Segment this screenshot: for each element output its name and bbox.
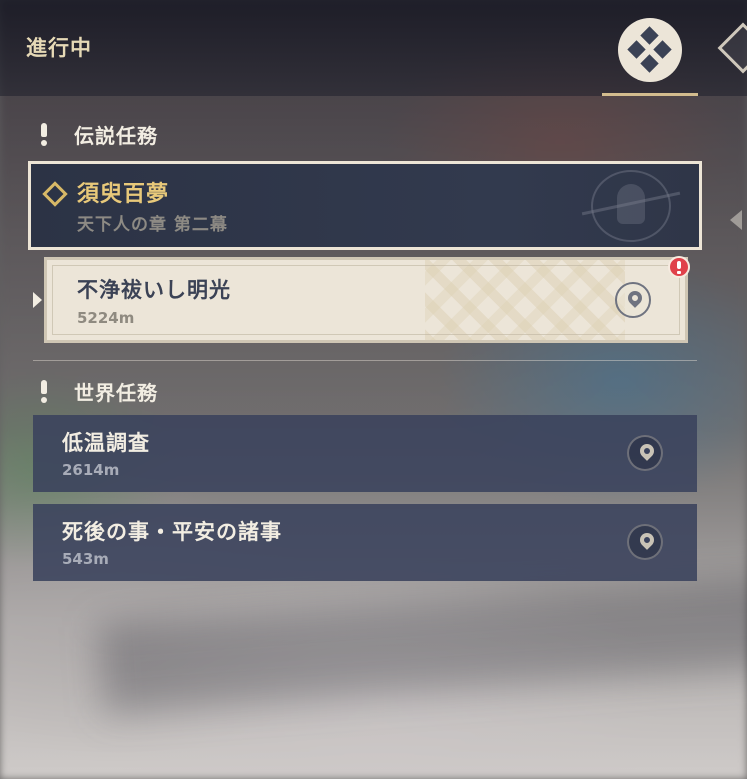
quest-distance: 543m xyxy=(62,550,109,568)
location-pin-icon[interactable] xyxy=(627,524,663,560)
world-quest-item[interactable]: 死後の事・平安の諸事 543m xyxy=(33,504,697,581)
side-panel-arrow-icon xyxy=(730,210,742,230)
objective-distance: 5224m xyxy=(77,309,135,327)
section-title: 伝説任務 xyxy=(74,123,158,148)
quest-objective-card[interactable]: 不浄祓いし明光 5224m xyxy=(44,257,688,343)
legend-quest-card[interactable]: 須臾百夢 天下人の章 第二幕 xyxy=(28,161,702,250)
tab-quest-category[interactable] xyxy=(602,14,698,96)
quest-title: 須臾百夢 xyxy=(77,182,170,207)
page-title: 進行中 xyxy=(26,36,92,60)
quest-type-icon xyxy=(717,22,747,74)
quest-distance: 2614m xyxy=(62,461,120,479)
location-pin-icon[interactable] xyxy=(615,282,651,318)
section-divider xyxy=(33,360,697,361)
quest-marker-icon xyxy=(42,181,68,207)
quest-header-bar: 進行中 xyxy=(0,0,747,96)
objective-title: 不浄祓いし明光 xyxy=(77,278,231,302)
section-header-world: 世界任務 xyxy=(36,376,158,406)
section-title: 世界任務 xyxy=(74,380,158,405)
quest-category-icon xyxy=(618,18,682,82)
selection-arrow-icon xyxy=(33,292,42,308)
exclamation-icon xyxy=(36,379,52,403)
quest-title: 死後の事・平安の諸事 xyxy=(62,520,282,544)
location-pin-icon[interactable] xyxy=(627,435,663,471)
quest-chapter: 天下人の章 第二幕 xyxy=(77,215,228,235)
world-quest-item[interactable]: 低温調査 2614m xyxy=(33,415,697,492)
section-header-legend: 伝説任務 xyxy=(36,119,158,149)
exclamation-icon xyxy=(36,122,52,146)
character-emblem-icon xyxy=(591,170,671,242)
alert-badge-icon xyxy=(668,256,690,278)
tab-quest-type[interactable] xyxy=(715,22,747,80)
quest-title: 低温調査 xyxy=(62,431,150,455)
